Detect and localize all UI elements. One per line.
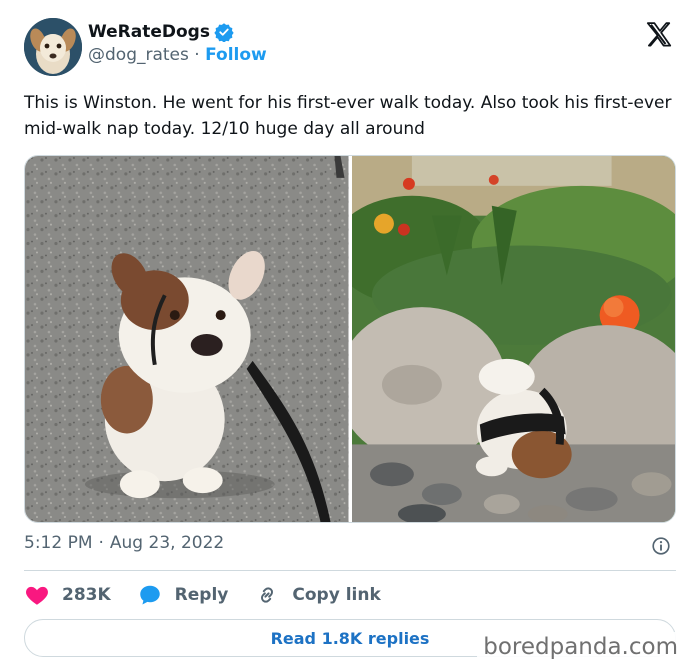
x-logo-icon[interactable] — [644, 20, 674, 50]
reply-label: Reply — [174, 585, 229, 605]
divider — [24, 570, 676, 571]
tweet-time: 5:12 PM — [24, 533, 93, 553]
copy-link-label: Copy link — [292, 585, 381, 605]
action-bar: 283K Reply Copy link — [24, 582, 407, 608]
separator-dot: · — [194, 45, 200, 65]
reply-bubble-icon — [139, 585, 160, 605]
photo-puppy-napping[interactable] — [351, 156, 675, 522]
copy-link-button[interactable]: Copy link — [254, 582, 381, 608]
photo-puppy-sitting[interactable] — [25, 156, 349, 522]
tweet-timestamp[interactable]: 5:12 PM · Aug 23, 2022 — [24, 533, 224, 553]
watermark: boredpanda.com — [477, 632, 684, 662]
link-icon — [261, 587, 274, 603]
dog-avatar-icon — [24, 18, 82, 76]
user-info: WeRateDogs @dog_rates · Follow — [88, 22, 267, 65]
follow-button[interactable]: Follow — [205, 45, 267, 65]
avatar[interactable] — [24, 18, 82, 76]
info-icon[interactable] — [650, 535, 672, 557]
handle[interactable]: @dog_rates — [88, 45, 189, 65]
tweet-text: This is Winston. He went for his first-e… — [24, 93, 672, 139]
handle-row: @dog_rates · Follow — [88, 45, 267, 65]
heart-icon — [26, 586, 48, 605]
puppy-napping-image — [351, 156, 675, 522]
tweet-header: WeRateDogs @dog_rates · Follow — [24, 18, 676, 76]
display-name[interactable]: WeRateDogs — [88, 22, 210, 42]
verified-badge-icon — [214, 23, 234, 42]
tweet-date: Aug 23, 2022 — [109, 533, 225, 553]
like-count: 283K — [62, 585, 111, 605]
read-replies-label: Read 1.8K replies — [270, 628, 430, 648]
like-button[interactable]: 283K — [24, 582, 111, 608]
media-grid — [24, 155, 676, 523]
puppy-sitting-image — [25, 156, 349, 522]
reply-button[interactable]: Reply — [137, 582, 229, 608]
timestamp-dot: · — [98, 533, 104, 553]
